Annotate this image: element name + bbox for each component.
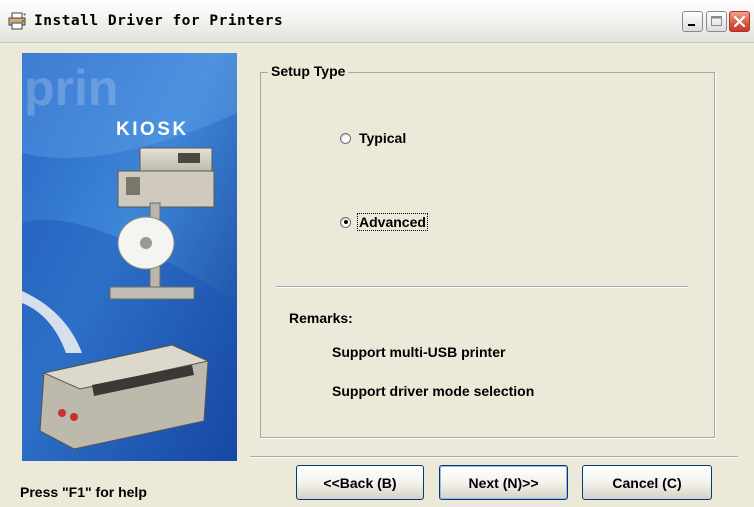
close-button[interactable] [729,11,750,32]
radio-label-typical[interactable]: Typical [358,130,407,146]
help-hint: Press "F1" for help [20,484,147,500]
minimize-button[interactable] [682,11,703,32]
remark-item: Support driver mode selection [332,383,535,399]
maximize-icon [711,16,722,26]
radio-advanced[interactable]: Advanced [340,212,428,232]
cancel-button[interactable]: Cancel (C) [582,465,712,500]
radio-button-typical[interactable] [340,132,351,144]
minimize-icon [688,24,695,26]
back-button[interactable]: <<Back (B) [296,465,424,500]
window-title: Install Driver for Printers [34,13,284,29]
printer-app-icon [8,12,28,30]
close-icon [733,15,746,28]
radio-label-advanced[interactable]: Advanced [357,213,428,231]
title-bar[interactable]: Install Driver for Printers [0,0,754,43]
radio-selected-dot [343,220,348,224]
radio-typical[interactable]: Typical [340,128,407,148]
remarks-title: Remarks: [289,310,353,326]
radio-button-advanced[interactable] [340,216,351,228]
installer-window: Install Driver for Printers prin KIOSK S… [0,0,754,507]
banner-brand: KIOSK [116,119,189,140]
footer-divider [250,456,738,458]
svg-text:prin: prin [24,60,118,116]
kiosk-printer-illustration: prin [22,53,237,461]
remark-item: Support multi-USB printer [332,344,506,360]
maximize-button[interactable] [706,11,727,32]
remarks-divider [276,286,688,288]
setup-type-legend: Setup Type [268,63,349,79]
product-banner: prin KIOSK [22,53,237,461]
next-button[interactable]: Next (N)>> [439,465,568,500]
